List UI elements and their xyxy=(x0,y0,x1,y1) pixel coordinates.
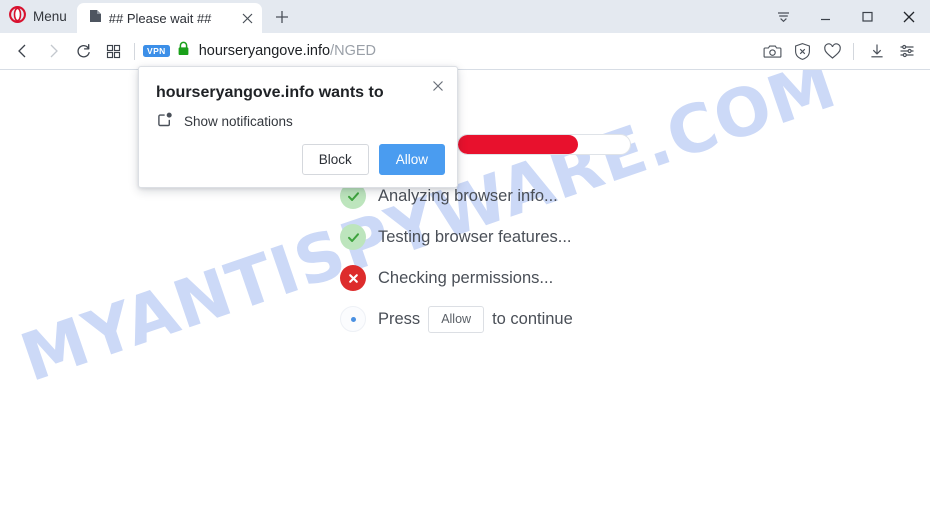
toolbar-right-icons xyxy=(757,37,922,65)
allow-button[interactable]: Allow xyxy=(378,143,445,175)
check-label: Testing browser features... xyxy=(378,227,572,246)
tab-close-button[interactable] xyxy=(238,8,258,28)
new-tab-button[interactable] xyxy=(269,4,295,30)
check-row-testing: Testing browser features... xyxy=(340,224,572,250)
toolbar-divider xyxy=(134,42,135,60)
dialog-actions: Block Allow xyxy=(301,143,445,175)
close-window-button[interactable] xyxy=(888,0,930,33)
check-label: Analyzing browser info... xyxy=(378,186,558,205)
opera-logo-icon xyxy=(9,5,26,28)
x-icon xyxy=(340,265,366,291)
notification-permission-dialog: hourseryangove.info wants to Show notifi… xyxy=(138,66,458,188)
check-label: Checking permissions... xyxy=(378,268,554,287)
progress-bar-track xyxy=(457,134,631,155)
dialog-permission-request: Show notifications xyxy=(156,111,293,133)
window-controls xyxy=(762,0,930,33)
secure-lock-icon[interactable] xyxy=(177,41,190,61)
dot-icon xyxy=(340,306,366,333)
toolbar-divider-right xyxy=(853,42,854,60)
notification-icon xyxy=(156,111,173,133)
page-favicon-icon xyxy=(89,9,102,28)
dialog-close-button[interactable] xyxy=(427,75,449,97)
back-button[interactable] xyxy=(8,37,38,65)
maximize-button[interactable] xyxy=(846,0,888,33)
inline-allow-button[interactable]: Allow xyxy=(428,306,485,333)
forward-button xyxy=(38,37,68,65)
address-bar-url[interactable]: hourseryangove.info/NGED xyxy=(199,44,757,59)
favorites-icon[interactable] xyxy=(817,37,847,65)
reload-button[interactable] xyxy=(68,37,98,65)
easy-setup-icon[interactable] xyxy=(892,37,922,65)
check-row-press-allow: Press Allow to continue xyxy=(340,306,573,333)
progress-bar-fill xyxy=(458,135,579,154)
pending-dot xyxy=(350,316,356,322)
tab-strip: Menu ## Please wait ## xyxy=(0,0,930,33)
opera-menu-label: Menu xyxy=(33,8,67,24)
tab-menu-button[interactable] xyxy=(762,0,804,33)
check-row-permissions: Checking permissions... xyxy=(340,265,553,291)
url-domain: hourseryangove.info xyxy=(198,43,331,59)
minimize-button[interactable] xyxy=(804,0,846,33)
vpn-badge[interactable]: VPN xyxy=(143,44,170,58)
browser-tab-active[interactable]: ## Please wait ## xyxy=(76,3,262,33)
opera-menu-button[interactable]: Menu xyxy=(0,0,77,33)
ad-blocker-icon[interactable] xyxy=(787,37,817,65)
press-prefix-label: Press xyxy=(378,310,421,328)
tab-title: ## Please wait ## xyxy=(108,11,212,25)
opera-browser-window: Menu ## Please wait ## VPN hourseryangov… xyxy=(0,0,930,511)
block-button[interactable]: Block xyxy=(301,143,369,175)
press-suffix-label: to continue xyxy=(492,310,573,328)
dialog-title: hourseryangove.info wants to xyxy=(156,84,384,101)
snapshot-icon[interactable] xyxy=(757,37,787,65)
dialog-permission-label: Show notifications xyxy=(184,114,293,130)
navigation-toolbar: VPN hourseryangove.info/NGED xyxy=(0,33,930,69)
url-path: /NGED xyxy=(330,43,377,59)
check-icon xyxy=(340,224,366,250)
speed-dial-button[interactable] xyxy=(98,37,128,65)
downloads-icon[interactable] xyxy=(862,37,892,65)
